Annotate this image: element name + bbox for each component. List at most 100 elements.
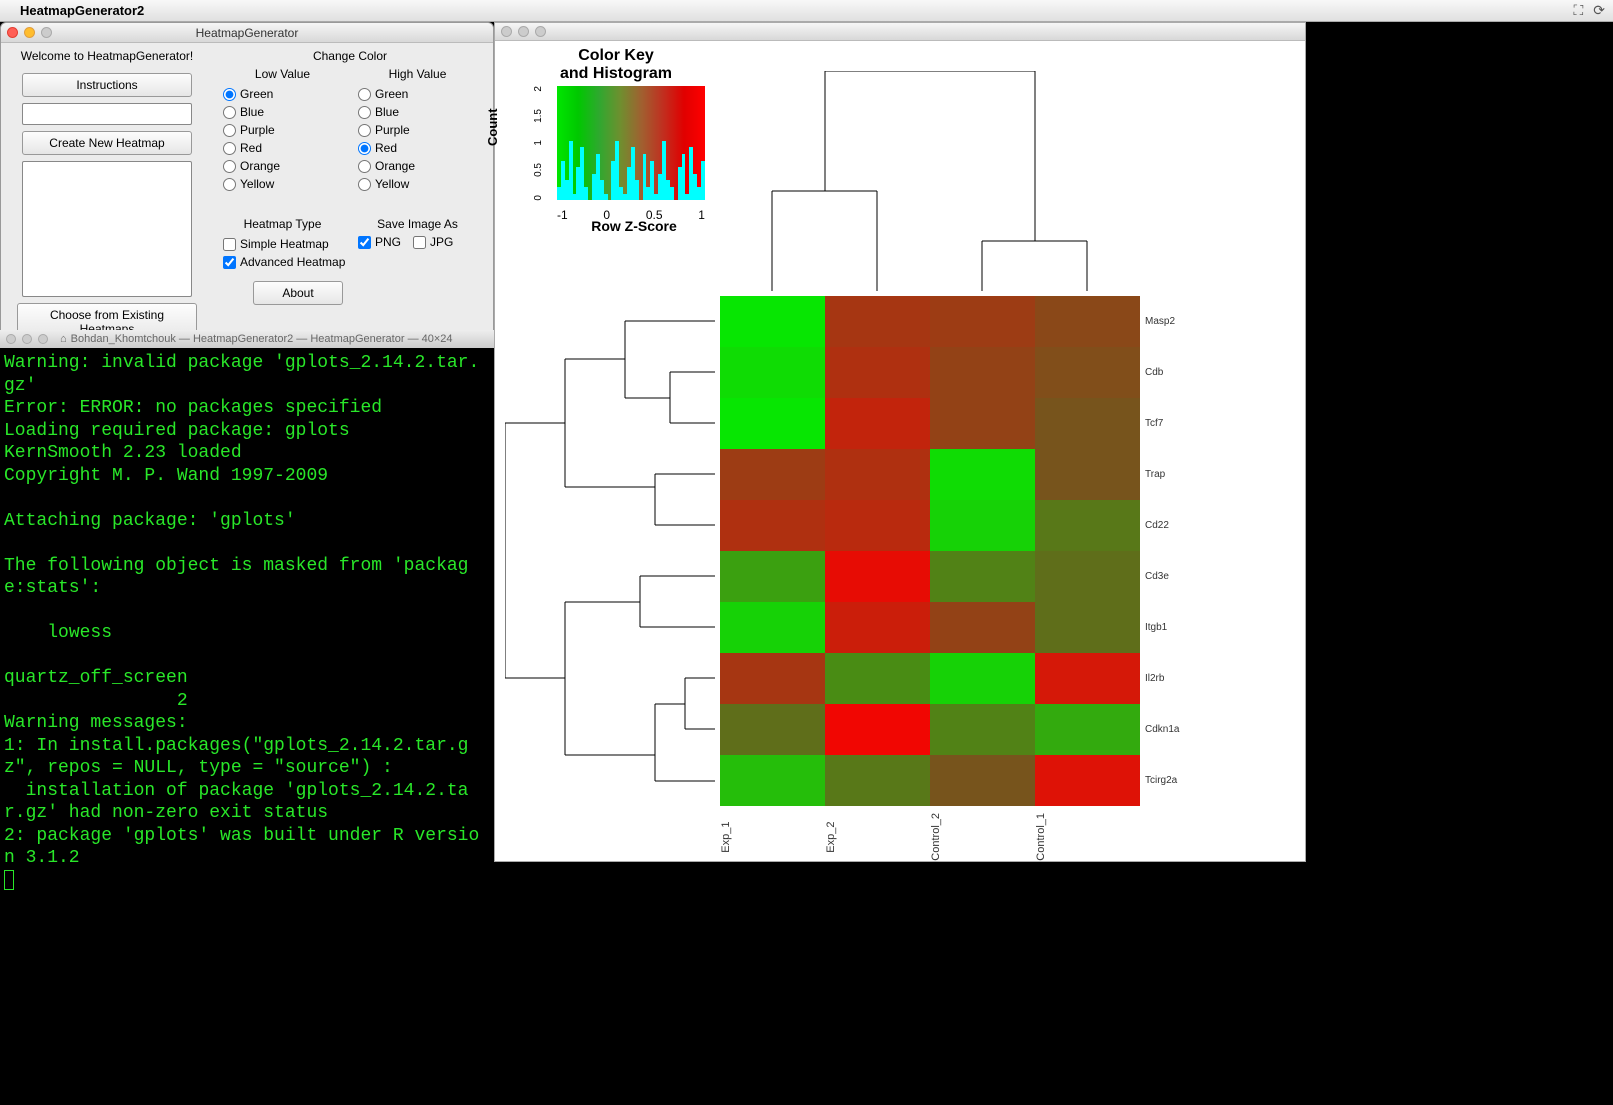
plot-titlebar[interactable] [495,23,1305,41]
close-icon[interactable] [6,334,16,344]
instructions-button[interactable]: Instructions [22,73,192,97]
row-label: Masp2 [1145,296,1179,347]
heatmap-cell [1035,500,1140,551]
change-color-label: Change Color [215,49,485,63]
heatmap-cell [720,653,825,704]
heatmap-cell [930,449,1035,500]
close-icon[interactable] [7,27,18,38]
heatmap-cell [825,704,930,755]
heatmap-cell [1035,653,1140,704]
heatmap-cell [825,551,930,602]
create-heatmap-button[interactable]: Create New Heatmap [22,131,192,155]
heatmap-cell [720,704,825,755]
column-label: Control_2 [930,813,1035,865]
fullscreen-icon[interactable]: ⛶ [1573,2,1583,19]
heatmap-cell [1035,347,1140,398]
control-titlebar[interactable]: HeatmapGenerator [1,23,493,43]
low-value-column: Low Value GreenBluePurpleRedOrangeYellow [215,67,350,193]
zoom-icon[interactable] [41,27,52,38]
heatmap-cell [930,296,1035,347]
filename-input[interactable] [22,103,192,125]
about-button[interactable]: About [253,281,343,305]
colorkey-yaxis: 00.511.52 [533,86,544,200]
heatmap-cell [825,398,930,449]
low-value-blue-radio[interactable]: Blue [215,103,350,121]
heatmap-cell [720,551,825,602]
column-labels: Exp_1Exp_2Control_2Control_1 [720,813,1140,865]
row-dendrogram [505,296,715,806]
heatmap-cell [825,653,930,704]
terminal-output[interactable]: Warning: invalid package 'gplots_2.14.2.… [0,348,494,901]
heatmap-cell [825,602,930,653]
row-label: Itgb1 [1145,602,1179,653]
heatmap-cell [1035,704,1140,755]
colorkey-xaxis: -100.51 [557,208,705,222]
mac-menubar: HeatmapGenerator2 ⛶ ⟳ [0,0,1613,22]
heatmap-cell [930,500,1035,551]
terminal-window: ⌂ Bohdan_Khomtchouk — HeatmapGenerator2 … [0,330,494,900]
high-value-green-radio[interactable]: Green [350,85,485,103]
control-window: HeatmapGenerator Welcome to HeatmapGener… [0,22,494,352]
close-icon[interactable] [501,26,512,37]
column-label: Control_1 [1035,813,1140,865]
row-label: Cd3e [1145,551,1179,602]
heatmap-cell [825,755,930,806]
high-value-purple-radio[interactable]: Purple [350,121,485,139]
heatmap-cell [720,296,825,347]
color-key-title: Color Keyand Histogram [521,47,711,82]
terminal-cursor [4,870,14,890]
heatmap-cell [1035,449,1140,500]
row-label: Trap [1145,449,1179,500]
heatmap-type-label: Heatmap Type [215,217,350,231]
high-value-blue-radio[interactable]: Blue [350,103,485,121]
heatmap-cell [720,347,825,398]
colorkey-histogram [557,134,705,200]
existing-heatmaps-listbox[interactable] [22,161,192,297]
advanced-heatmap-checkbox[interactable]: Advanced Heatmap [215,253,350,271]
column-label: Exp_2 [825,813,930,865]
low-value-green-radio[interactable]: Green [215,85,350,103]
zoom-icon[interactable] [535,26,546,37]
low-value-yellow-radio[interactable]: Yellow [215,175,350,193]
simple-heatmap-checkbox[interactable]: Simple Heatmap [215,235,350,253]
heatmap-cell [825,296,930,347]
heatmap-cell [930,653,1035,704]
minimize-icon[interactable] [24,27,35,38]
high-value-label: High Value [350,67,485,81]
heatmap-cell [720,602,825,653]
row-labels: Masp2CdbTcf7TrapCd22Cd3eItgb1Il2rbCdkn1a… [1145,296,1179,806]
row-label: Cd22 [1145,500,1179,551]
high-value-red-radio[interactable]: Red [350,139,485,157]
plot-window: Color Keyand Histogram Count 00.511.52 -… [494,22,1306,862]
heatmap-cell [930,398,1035,449]
heatmap-cell [930,755,1035,806]
terminal-titlebar[interactable]: ⌂ Bohdan_Khomtchouk — HeatmapGenerator2 … [0,330,494,348]
control-window-title: HeatmapGenerator [196,26,299,40]
save-image-as-label: Save Image As [350,217,485,231]
minimize-icon[interactable] [518,26,529,37]
row-label: Cdb [1145,347,1179,398]
low-value-orange-radio[interactable]: Orange [215,157,350,175]
low-value-red-radio[interactable]: Red [215,139,350,157]
minimize-icon[interactable] [22,334,32,344]
sync-icon[interactable]: ⟳ [1593,2,1605,19]
row-label: Tcf7 [1145,398,1179,449]
low-value-label: Low Value [215,67,350,81]
heatmap-cell [720,500,825,551]
heatmap-cell [930,347,1035,398]
terminal-title: Bohdan_Khomtchouk — HeatmapGenerator2 — … [71,333,453,345]
high-value-orange-radio[interactable]: Orange [350,157,485,175]
zoom-icon[interactable] [38,334,48,344]
low-value-purple-radio[interactable]: Purple [215,121,350,139]
plot-body: Color Keyand Histogram Count 00.511.52 -… [495,41,1305,861]
jpg-checkbox[interactable]: JPG [413,235,453,249]
heatmap-cell [720,449,825,500]
high-value-yellow-radio[interactable]: Yellow [350,175,485,193]
png-checkbox[interactable]: PNG [358,235,401,249]
heatmap-cell [1035,398,1140,449]
heatmap-cell [1035,296,1140,347]
welcome-label: Welcome to HeatmapGenerator! [21,49,194,63]
colorkey-ylabel: Count [485,109,500,147]
row-label: Cdkn1a [1145,704,1179,755]
menubar-app-name[interactable]: HeatmapGenerator2 [20,3,144,18]
